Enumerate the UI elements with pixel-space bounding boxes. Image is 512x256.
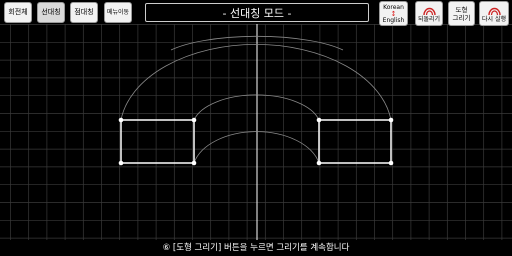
vertex [191, 117, 197, 123]
right-shape [318, 119, 392, 164]
language-toggle-button[interactable]: Korean ↕ English [379, 1, 408, 26]
language-english-label: English [382, 16, 405, 24]
redo-arc-icon [487, 7, 501, 15]
point-symmetry-button[interactable]: 점대칭 [70, 2, 98, 23]
vertex [118, 160, 124, 166]
vertex [118, 117, 124, 123]
shape-vertices [118, 117, 394, 166]
outer-arc [120, 44, 392, 121]
vertex [316, 160, 322, 166]
draw-shape-button[interactable]: 도형 그리기 [448, 1, 475, 26]
menu-move-button[interactable]: 메뉴이동 [104, 2, 132, 23]
status-message: ⑥ [도형 그리기] 버튼을 누르면 그리기를 계속합니다 [0, 240, 512, 256]
undo-button[interactable]: 되돌리기 [415, 1, 443, 26]
vertex [388, 160, 394, 166]
undo-label: 되돌리기 [417, 15, 441, 23]
vertex [316, 117, 322, 123]
line-symmetry-button[interactable]: 선대칭 [37, 2, 65, 23]
redo-label: 다시 실행 [482, 15, 506, 23]
left-shape [120, 119, 195, 164]
revolution-arcs [120, 35, 392, 164]
rotation-body-button[interactable]: 회전체 [4, 2, 32, 23]
redo-button[interactable]: 다시 실행 [479, 1, 509, 26]
draw-shape-label-1: 도형 [455, 5, 468, 14]
mode-title: - 선대칭 모드 - [145, 3, 369, 22]
undo-arc-icon [422, 7, 436, 15]
vertex [191, 160, 197, 166]
draw-shape-label-2: 그리기 [452, 13, 471, 22]
drawing-canvas[interactable] [0, 0, 512, 256]
vertex [388, 117, 394, 123]
